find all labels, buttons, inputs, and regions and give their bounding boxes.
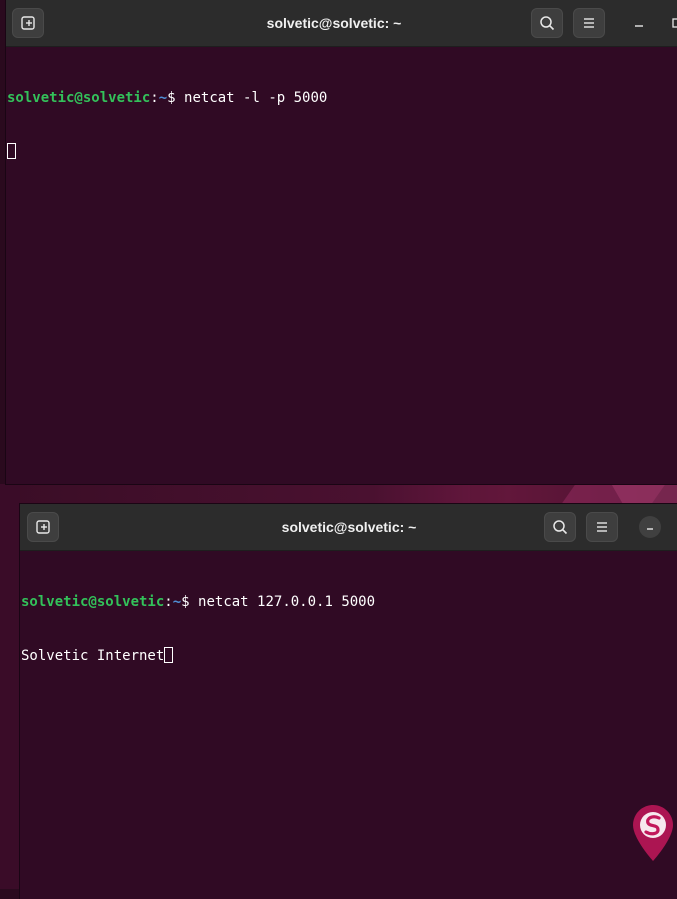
prompt-path: ~ (158, 90, 168, 106)
window-titlebar[interactable]: solvetic@solvetic: ~ (20, 504, 677, 551)
minimize-button[interactable] (639, 516, 661, 538)
site-logo-watermark (633, 805, 673, 861)
prompt-path: ~ (172, 594, 182, 610)
maximize-button[interactable] (666, 12, 677, 34)
hamburger-menu-icon (584, 18, 594, 28)
desktop-edge (0, 484, 20, 889)
prompt-line: solvetic@solvetic:~$ netcat 127.0.0.1 50… (21, 593, 677, 611)
terminal-area[interactable]: solvetic@solvetic:~$ netcat 127.0.0.1 50… (20, 551, 677, 701)
output-line (7, 143, 677, 161)
terminal-area[interactable]: solvetic@solvetic:~$ netcat -l -p 5000 (6, 47, 677, 197)
command-text: netcat 127.0.0.1 5000 (189, 594, 376, 610)
prompt-user: solvetic@solvetic (7, 90, 151, 106)
output-text: Solvetic Internet (21, 648, 165, 664)
terminal-cursor (164, 647, 174, 663)
terminal-window-client[interactable]: solvetic@solvetic: ~ solvetic@solvetic:~… (20, 504, 677, 899)
prompt-separator: : (164, 594, 173, 610)
minimize-icon (635, 25, 643, 27)
minimize-icon (647, 528, 653, 530)
prompt-user: solvetic@solvetic (21, 594, 165, 610)
maximize-icon (672, 18, 677, 28)
minimize-button[interactable] (628, 12, 650, 34)
search-icon (553, 520, 568, 535)
prompt-symbol: $ (167, 90, 176, 106)
menu-button[interactable] (586, 512, 618, 542)
search-icon (540, 16, 555, 31)
search-button[interactable] (531, 8, 563, 38)
window-titlebar[interactable]: solvetic@solvetic: ~ (6, 0, 677, 47)
prompt-line: solvetic@solvetic:~$ netcat -l -p 5000 (7, 89, 677, 107)
menu-button[interactable] (573, 8, 605, 38)
hamburger-menu-icon (597, 522, 607, 532)
output-line: Solvetic Internet (21, 647, 677, 665)
terminal-window-listener[interactable]: solvetic@solvetic: ~ solvetic@solvetic:~… (6, 0, 677, 484)
terminal-cursor (7, 143, 16, 159)
prompt-symbol: $ (181, 594, 190, 610)
window-title: solvetic@solvetic: ~ (281, 519, 417, 535)
command-text: netcat -l -p 5000 (175, 90, 328, 106)
prompt-separator: : (150, 90, 159, 106)
search-button[interactable] (544, 512, 576, 542)
